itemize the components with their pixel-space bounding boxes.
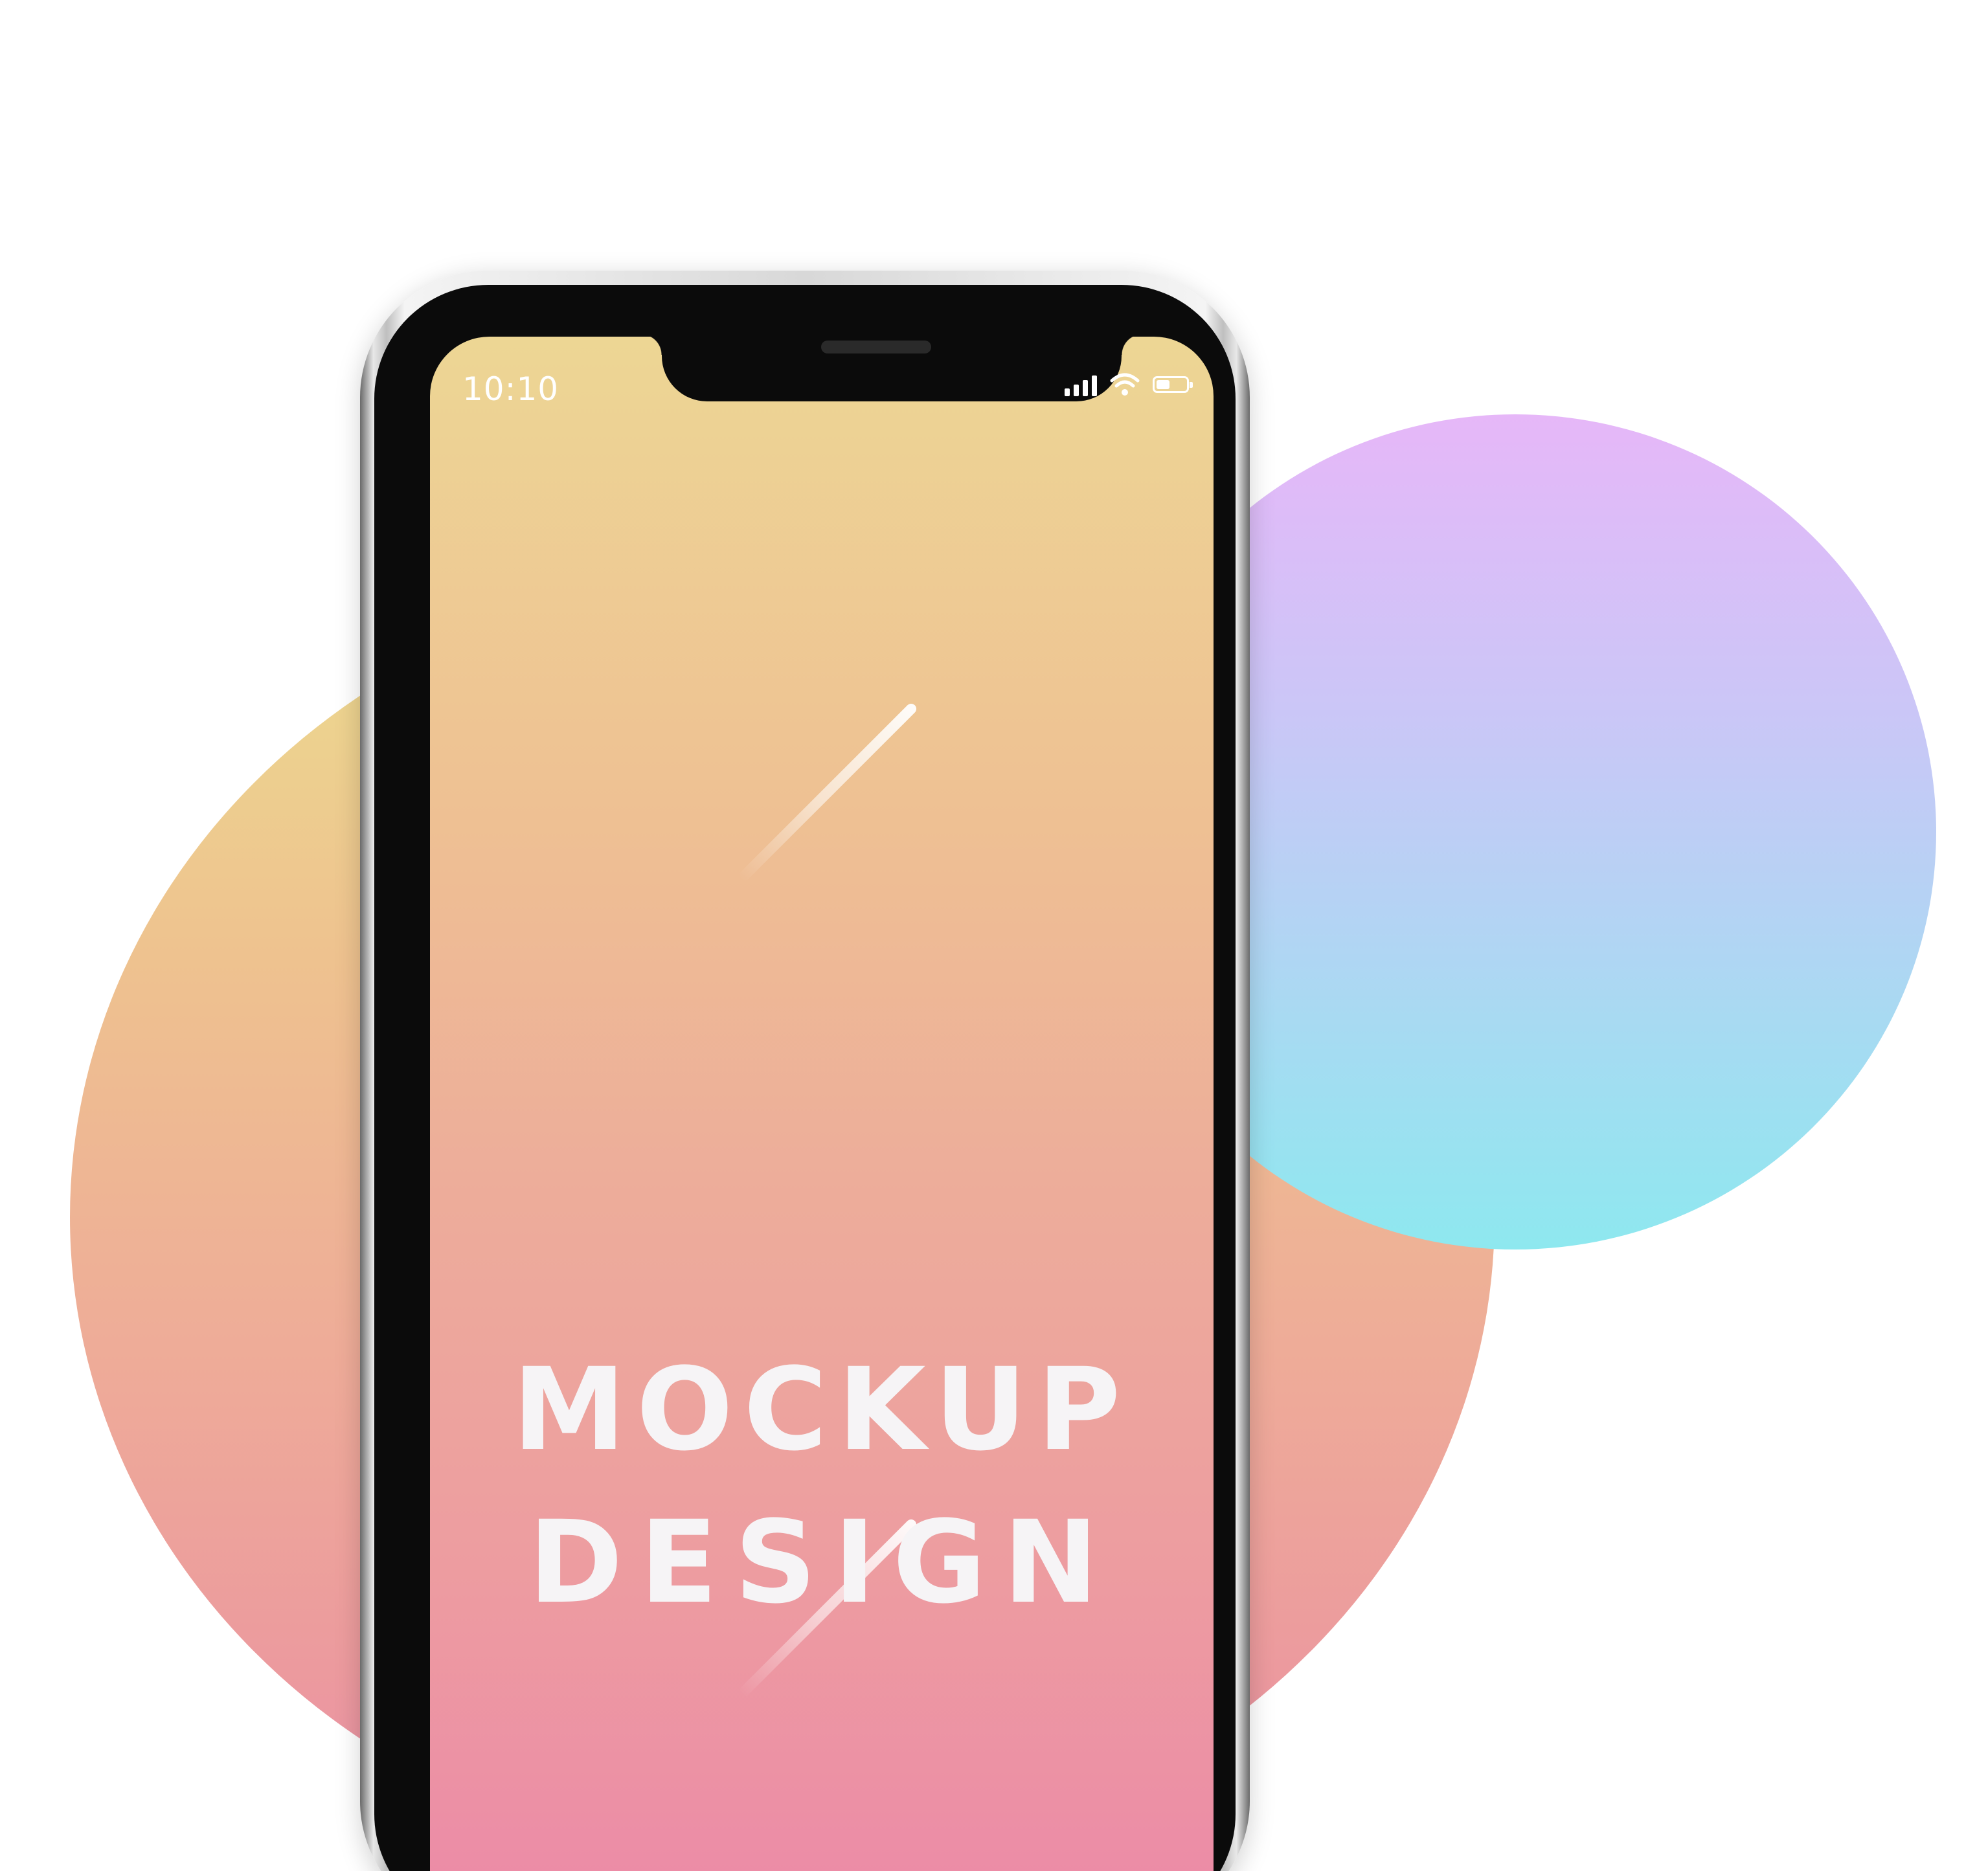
decorative-stroke-top xyxy=(737,701,919,883)
battery-level xyxy=(1157,380,1169,389)
status-time: 10:10 xyxy=(462,370,559,408)
phone-screen: 10:10 MOCKUP DESIGN xyxy=(430,337,1214,1871)
title-line-2: DESIGN xyxy=(528,1496,1116,1629)
phone-frame: 10:10 MOCKUP DESIGN xyxy=(360,271,1250,1871)
phone-bezel: 10:10 MOCKUP DESIGN xyxy=(374,285,1236,1871)
title-line-1: MOCKUP xyxy=(512,1343,1131,1476)
status-icons xyxy=(1065,373,1193,396)
mockup-title: MOCKUP DESIGN xyxy=(430,1353,1214,1620)
canvas: 10:10 MOCKUP DESIGN xyxy=(0,0,1988,1871)
speaker-grille xyxy=(821,341,931,353)
phone-notch xyxy=(641,337,1142,401)
signal-icon xyxy=(1065,373,1097,396)
wifi-icon xyxy=(1110,373,1140,396)
battery-icon xyxy=(1153,376,1193,393)
